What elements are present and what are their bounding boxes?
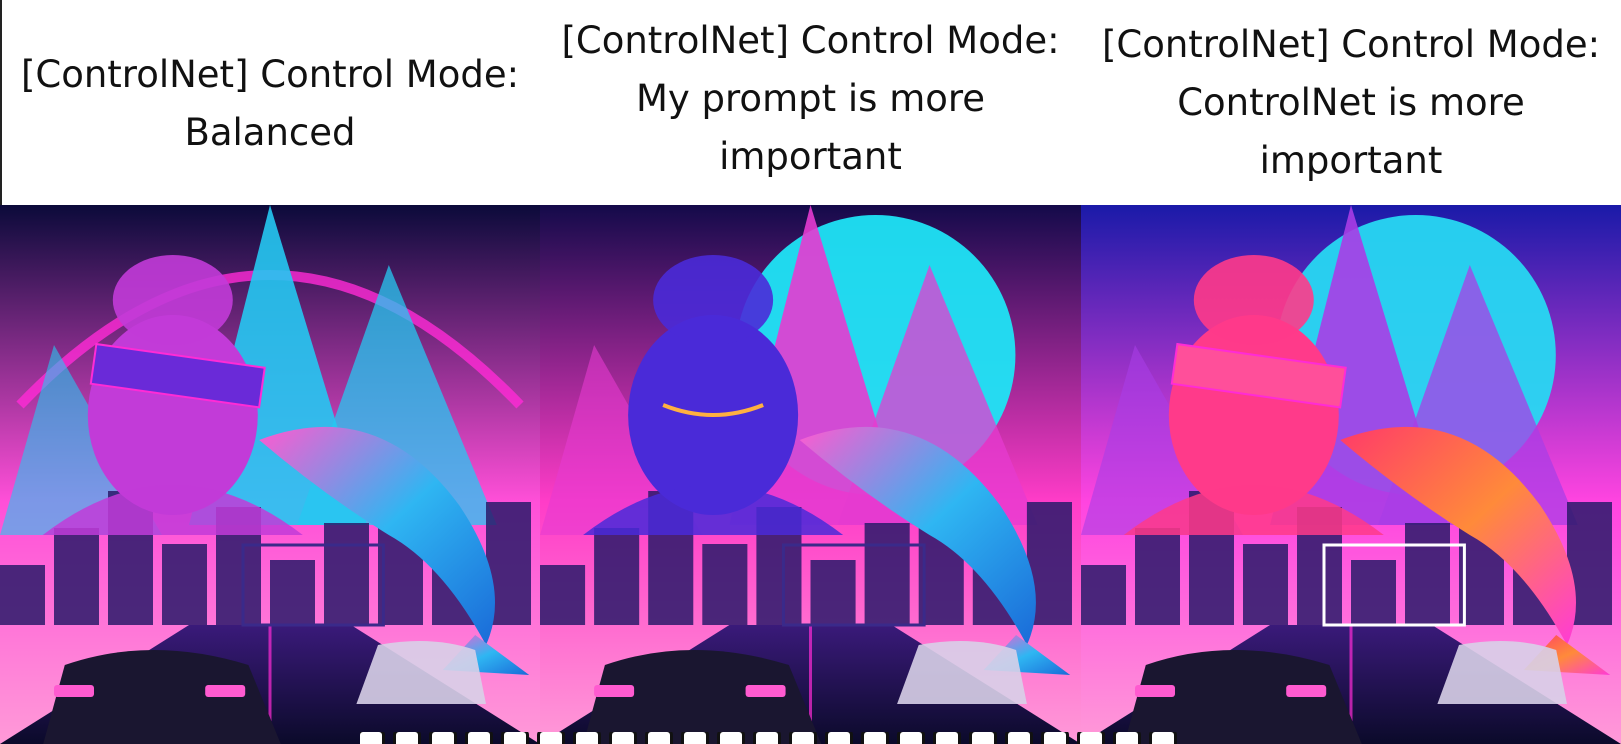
building bbox=[0, 565, 45, 625]
caption-prompt-important: [ControlNet] Control Mode: My prompt is … bbox=[540, 0, 1081, 205]
building bbox=[54, 528, 99, 625]
statue-hair bbox=[653, 255, 774, 345]
car-light bbox=[54, 685, 94, 697]
building bbox=[594, 528, 640, 625]
caption-line: [ControlNet] Control Mode: bbox=[20, 53, 520, 96]
statue-hair bbox=[112, 255, 233, 345]
caption-line: important bbox=[719, 135, 902, 178]
image-panels bbox=[0, 205, 1621, 744]
caption-line: important bbox=[1259, 139, 1443, 182]
caption-line: [ControlNet] Control Mode: bbox=[561, 19, 1060, 62]
car-light bbox=[745, 685, 786, 697]
caption-line: Balanced bbox=[184, 111, 356, 154]
comparison-figure: [ControlNet] Control Mode: Balanced [Con… bbox=[0, 0, 1621, 744]
building bbox=[1081, 565, 1126, 625]
image-panel-prompt-important bbox=[540, 205, 1081, 744]
car-light bbox=[1286, 685, 1327, 697]
building bbox=[1135, 528, 1180, 625]
building bbox=[1405, 523, 1450, 625]
caption-line: My prompt is more bbox=[635, 77, 986, 120]
building bbox=[324, 523, 369, 625]
image-panel-balanced bbox=[0, 205, 540, 744]
building bbox=[702, 544, 748, 625]
image-panel-controlnet-important bbox=[1081, 205, 1621, 744]
building bbox=[270, 560, 315, 625]
building bbox=[1243, 544, 1288, 625]
car-light bbox=[1135, 685, 1175, 697]
caption-line: ControlNet is more bbox=[1177, 81, 1525, 124]
car-light bbox=[205, 685, 246, 697]
building bbox=[540, 565, 586, 625]
statue-hair bbox=[1193, 255, 1314, 345]
building bbox=[810, 560, 856, 625]
caption-balanced: [ControlNet] Control Mode: Balanced bbox=[0, 0, 540, 205]
building bbox=[864, 523, 910, 625]
building bbox=[162, 544, 207, 625]
caption-row: [ControlNet] Control Mode: Balanced [Con… bbox=[0, 0, 1621, 205]
caption-controlnet-important: [ControlNet] Control Mode: ControlNet is… bbox=[1081, 0, 1621, 205]
building bbox=[1351, 560, 1396, 625]
car-light bbox=[594, 685, 635, 697]
cropped-subtitle-strip bbox=[360, 732, 1220, 744]
caption-line: [ControlNet] Control Mode: bbox=[1101, 23, 1601, 66]
